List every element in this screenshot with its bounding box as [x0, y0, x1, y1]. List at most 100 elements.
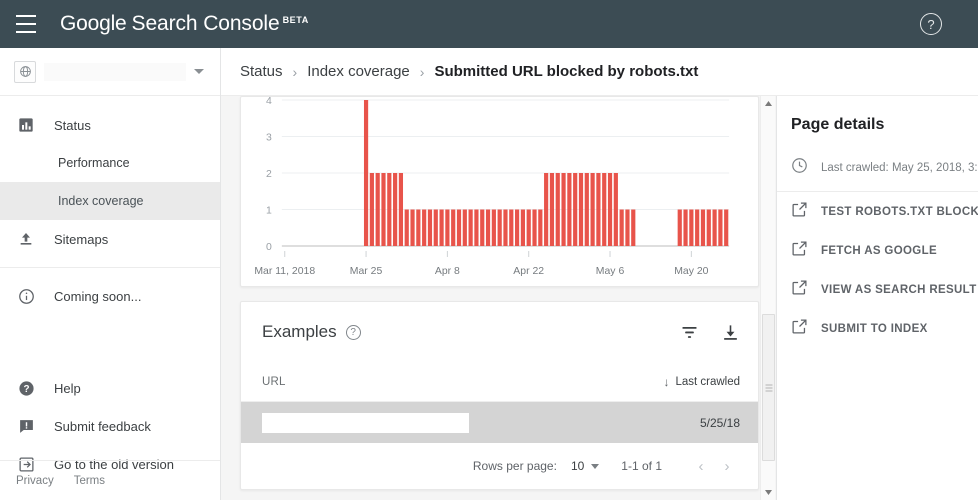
feedback-icon: [16, 416, 36, 436]
brand-beta-badge: BETA: [282, 15, 309, 25]
upload-icon: [16, 229, 36, 249]
sidebar-item-performance[interactable]: Performance: [0, 144, 220, 182]
examples-card: Examples ? URL ↓ Last crawled 5/25/18 Ro…: [240, 301, 759, 490]
breadcrumb-item-status[interactable]: Status: [240, 63, 283, 80]
sidebar-nav-primary: Status Performance Index coverage Sitema…: [0, 96, 220, 483]
sidebar-item-label: Submit feedback: [54, 418, 151, 434]
rows-per-page-value[interactable]: 10: [571, 459, 584, 473]
sidebar-item-help[interactable]: ? Help: [0, 369, 220, 407]
action-fetch-as-google[interactable]: FETCH AS GOOGLE: [777, 231, 978, 270]
last-crawled-text: Last crawled: May 25, 2018, 3:58:1: [821, 161, 978, 174]
page-details-title: Page details: [791, 116, 885, 133]
svg-text:2: 2: [266, 169, 272, 180]
sidebar-item-label: Help: [54, 380, 81, 396]
sidebar-divider-1: [0, 267, 220, 268]
pagination: Rows per page: 10 1-1 of 1 ‹ ›: [241, 443, 758, 489]
sidebar-item-label: Status: [54, 117, 91, 133]
scrollbar-grip-icon: [765, 382, 772, 393]
svg-text:Mar 25: Mar 25: [350, 266, 383, 277]
svg-text:3: 3: [266, 132, 272, 143]
sidebar-item-label: Index coverage: [58, 194, 144, 208]
svg-text:1: 1: [266, 205, 272, 216]
svg-text:Apr 8: Apr 8: [435, 266, 460, 277]
property-name-value: [44, 62, 186, 81]
help-icon: ?: [16, 378, 36, 398]
examples-card-header: Examples ?: [241, 302, 758, 362]
brand-product-text: Search Console: [131, 12, 280, 35]
svg-text:Apr 22: Apr 22: [513, 266, 544, 277]
sidebar-item-status[interactable]: Status: [0, 106, 220, 144]
svg-text:4: 4: [266, 97, 272, 107]
sidebar-item-index-coverage[interactable]: Index coverage: [0, 182, 220, 220]
vertical-scrollbar[interactable]: [760, 96, 775, 500]
property-selector[interactable]: [0, 48, 220, 96]
breadcrumb: Status › Index coverage › Submitted URL …: [221, 48, 978, 96]
sidebar-item-label: Sitemaps: [54, 231, 109, 247]
info-icon: [16, 286, 36, 306]
help-icon[interactable]: ?: [920, 13, 942, 35]
sidebar-item-coming-soon[interactable]: Coming soon...: [0, 277, 220, 315]
filter-icon[interactable]: [680, 323, 699, 342]
row-last-crawled: 5/25/18: [699, 415, 740, 430]
scroll-up-arrow-icon[interactable]: [761, 96, 776, 111]
examples-table-header: URL ↓ Last crawled: [241, 362, 758, 402]
external-link-icon: [791, 318, 808, 340]
row-url-redacted: [262, 412, 469, 433]
pagination-range: 1-1 of 1: [621, 459, 662, 473]
last-crawled-row: Last crawled: May 25, 2018, 3:58:1: [777, 144, 978, 192]
examples-title: Examples: [262, 322, 337, 341]
chevron-down-icon[interactable]: [591, 463, 600, 469]
action-label: SUBMIT TO INDEX: [821, 322, 928, 335]
download-icon[interactable]: [721, 323, 740, 342]
action-submit-to-index[interactable]: SUBMIT TO INDEX: [777, 309, 978, 348]
clock-icon: [791, 157, 808, 179]
terms-link[interactable]: Terms: [74, 475, 105, 487]
coverage-chart-card: 0 1 2 3 4 Mar 11, 2018 Mar 25 Apr 8 Apr 22 May 6 M…: [240, 96, 759, 287]
action-label: TEST ROBOTS.TXT BLOCKING: [821, 205, 978, 218]
scrollbar-thumb[interactable]: [762, 314, 775, 461]
app-brand: Google Search Console BETA: [60, 12, 309, 36]
action-label: VIEW AS SEARCH RESULT: [821, 283, 977, 296]
globe-icon: [14, 60, 36, 83]
column-header-last-crawled[interactable]: ↓ Last crawled: [663, 375, 740, 389]
help-icon[interactable]: ?: [345, 324, 361, 340]
breadcrumb-item-current: Submitted URL blocked by robots.txt: [434, 63, 699, 80]
next-page-button[interactable]: ›: [714, 453, 740, 479]
brand-google-text: Google: [60, 12, 127, 35]
breadcrumb-separator-icon: ›: [292, 63, 298, 80]
svg-text:0: 0: [266, 242, 272, 253]
svg-text:May 6: May 6: [596, 266, 625, 277]
svg-text:Mar 11, 2018: Mar 11, 2018: [254, 266, 315, 277]
svg-text:?: ?: [23, 384, 29, 395]
main-content: 0 1 2 3 4 Mar 11, 2018 Mar 25 Apr 8 Apr 22 May 6 M…: [221, 96, 778, 500]
scroll-down-arrow-icon[interactable]: [761, 485, 776, 500]
rows-per-page-label: Rows per page:: [472, 459, 557, 473]
sidebar-item-sitemaps[interactable]: Sitemaps: [0, 220, 220, 258]
sort-descending-icon: ↓: [663, 374, 670, 389]
privacy-link[interactable]: Privacy: [16, 475, 54, 487]
breadcrumb-separator-icon: ›: [419, 63, 425, 80]
top-app-bar: Google Search Console BETA ?: [0, 0, 978, 48]
sidebar-item-submit-feedback[interactable]: Submit feedback: [0, 407, 220, 445]
external-link-icon: [791, 201, 808, 223]
previous-page-button[interactable]: ‹: [688, 453, 714, 479]
hamburger-menu-icon[interactable]: [16, 15, 40, 33]
action-view-as-search-result[interactable]: VIEW AS SEARCH RESULT: [777, 270, 978, 309]
chevron-down-icon[interactable]: [194, 69, 204, 74]
action-label: FETCH AS GOOGLE: [821, 244, 937, 257]
external-link-icon: [791, 279, 808, 301]
svg-text:May 20: May 20: [674, 266, 708, 277]
column-header-last-crawled-label: Last crawled: [675, 375, 740, 388]
breadcrumb-item-index-coverage[interactable]: Index coverage: [307, 63, 410, 80]
column-header-url: URL: [262, 375, 286, 388]
sidebar: Status Performance Index coverage Sitema…: [0, 48, 221, 500]
app-root: Google Search Console BETA ? Status Perf…: [0, 0, 978, 500]
sidebar-footer: Privacy Terms: [0, 460, 220, 500]
page-details-panel: Page details Last crawled: May 25, 2018,…: [776, 96, 978, 500]
action-test-robots-txt-blocking[interactable]: TEST ROBOTS.TXT BLOCKING: [777, 192, 978, 231]
sidebar-item-label: Coming soon...: [54, 288, 142, 304]
external-link-icon: [791, 240, 808, 262]
bar-chart-icon: [16, 115, 36, 135]
table-row[interactable]: 5/25/18: [241, 402, 758, 443]
coverage-bar-chart: 0 1 2 3 4 Mar 11, 2018 Mar 25 Apr 8 Apr 22 May 6 M…: [254, 97, 730, 277]
